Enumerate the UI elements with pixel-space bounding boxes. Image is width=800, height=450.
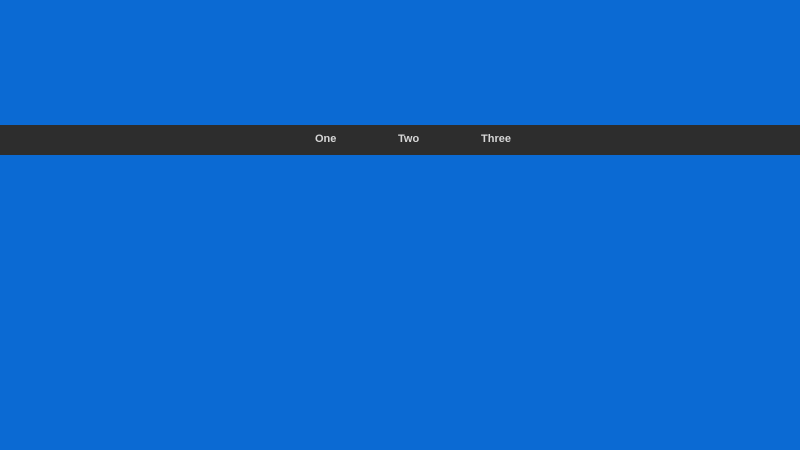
- nav-item-three[interactable]: Three: [481, 125, 511, 155]
- page-background: { "colors": { "background": "#0b6ad3", "…: [0, 0, 800, 450]
- nav-item-one[interactable]: One: [315, 125, 336, 155]
- nav-item-two[interactable]: Two: [398, 125, 419, 155]
- top-nav-bar: One Two Three: [0, 125, 800, 155]
